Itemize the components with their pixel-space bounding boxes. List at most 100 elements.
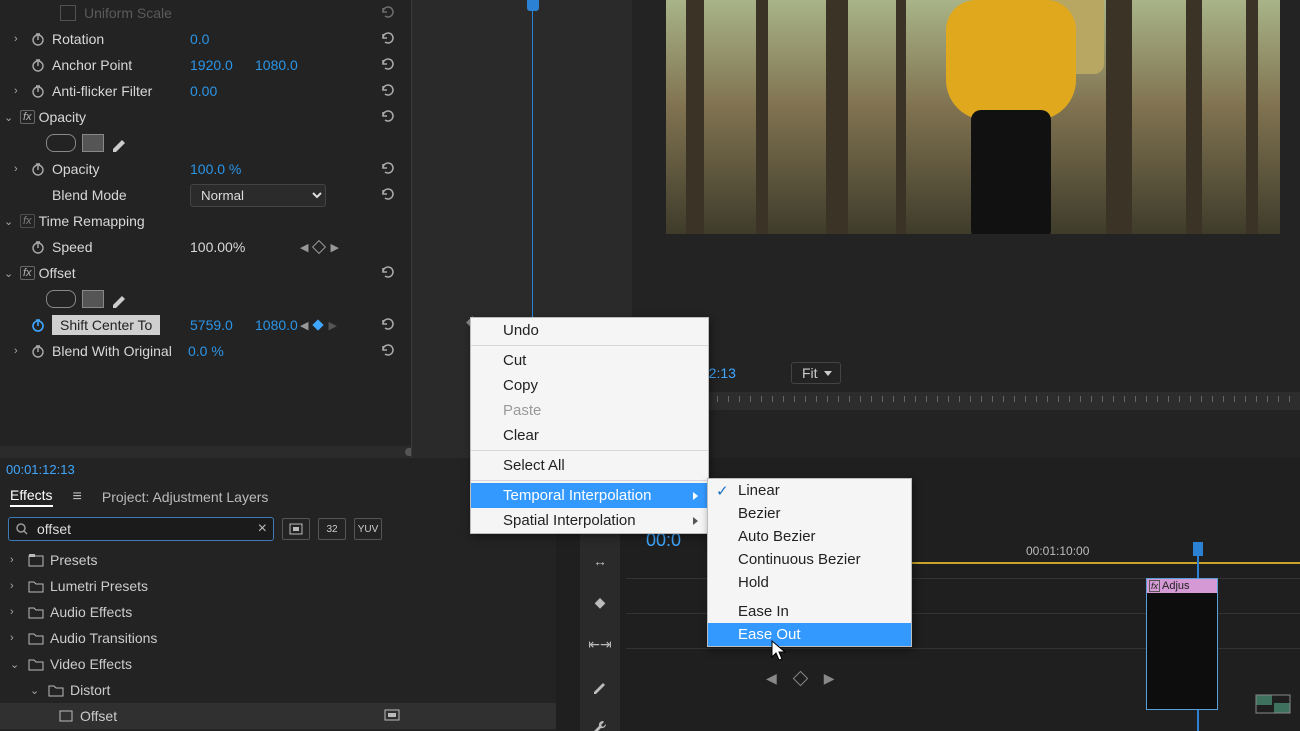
trim-monitor-icon[interactable]	[1254, 689, 1296, 721]
antiflicker-value[interactable]: 0.00	[190, 83, 217, 99]
menu-clear[interactable]: Clear	[471, 423, 708, 448]
panel-menu-icon[interactable]: ≡	[73, 488, 82, 506]
submenu-linear[interactable]: Linear	[708, 479, 911, 502]
shift-y[interactable]: 1080.0	[255, 317, 298, 333]
stopwatch-icon[interactable]	[30, 57, 46, 73]
stopwatch-icon[interactable]	[30, 83, 46, 99]
32bit-icon[interactable]: 32	[318, 518, 346, 540]
pen-mask-icon[interactable]	[110, 290, 128, 308]
menu-temporal-interpolation[interactable]: Temporal Interpolation	[471, 483, 708, 508]
submenu-ease-in[interactable]: Ease In	[708, 600, 911, 623]
tree-distort[interactable]: ⌄Distort	[0, 677, 556, 703]
fx-badge-icon: fx	[20, 110, 35, 124]
tree-video-fx[interactable]: ⌄Video Effects	[0, 651, 556, 677]
tool-link-icon[interactable]: ↔	[588, 549, 612, 573]
reset-icon[interactable]	[379, 264, 397, 280]
opacity-header[interactable]: ⌄ fx Opacity	[0, 104, 411, 130]
reset-icon[interactable]	[379, 4, 397, 20]
antiflicker-row: › Anti-flicker Filter 0.00	[0, 78, 411, 104]
reset-icon[interactable]	[379, 56, 397, 72]
menu-cut[interactable]: Cut	[471, 348, 708, 373]
pen-mask-icon[interactable]	[110, 134, 128, 152]
reset-icon[interactable]	[379, 186, 397, 202]
opacity-value[interactable]: 100.0 %	[190, 161, 241, 177]
folder-icon	[48, 683, 64, 697]
reset-icon[interactable]	[379, 160, 397, 176]
speed-value[interactable]: 100.00%	[190, 239, 245, 255]
menu-select-all[interactable]: Select All	[471, 453, 708, 478]
reset-icon[interactable]	[379, 316, 397, 332]
stopwatch-active-icon[interactable]	[30, 317, 46, 333]
reset-icon[interactable]	[379, 30, 397, 46]
tree-lumetri[interactable]: ›Lumetri Presets	[0, 573, 556, 599]
tree-presets[interactable]: ›Presets	[0, 547, 556, 573]
tool-pen-icon[interactable]	[588, 674, 612, 698]
anchor-y[interactable]: 1080.0	[255, 57, 298, 73]
tool-wrench-icon[interactable]	[588, 715, 612, 731]
expand-icon[interactable]: ›	[14, 33, 26, 45]
zoom-fit-select[interactable]: Fit	[791, 362, 841, 384]
tree-item-offset[interactable]: Offset	[0, 703, 556, 729]
blend-original-row: › Blend With Original 0.0 %	[0, 338, 411, 364]
tool-fit-icon[interactable]: ⇤⇥	[588, 632, 612, 656]
stopwatch-icon[interactable]	[30, 343, 46, 359]
expand-icon[interactable]: ›	[14, 163, 26, 175]
prev-keyframe-icon[interactable]: ◀	[300, 319, 308, 332]
menu-copy[interactable]: Copy	[471, 373, 708, 398]
submenu-auto-bezier[interactable]: Auto Bezier	[708, 525, 911, 548]
blend-original-value[interactable]: 0.0 %	[188, 343, 224, 359]
add-keyframe-icon[interactable]	[312, 240, 326, 254]
reset-icon[interactable]	[379, 108, 397, 124]
stopwatch-icon[interactable]	[30, 31, 46, 47]
tab-project[interactable]: Project: Adjustment Layers	[102, 489, 269, 505]
menu-spatial-interpolation[interactable]: Spatial Interpolation	[471, 508, 708, 533]
time-remapping-header[interactable]: ⌄ fx Time Remapping	[0, 208, 411, 234]
search-icon	[15, 522, 29, 536]
add-keyframe-icon[interactable]	[793, 671, 809, 687]
shift-x[interactable]: 5759.0	[190, 317, 233, 333]
folder-icon	[28, 631, 44, 645]
clear-search-icon[interactable]: ×	[258, 520, 267, 538]
menu-undo[interactable]: Undo	[471, 318, 708, 343]
yuv-icon[interactable]: YUV	[354, 518, 382, 540]
stopwatch-icon[interactable]	[30, 239, 46, 255]
submenu-ease-out[interactable]: Ease Out	[708, 623, 911, 646]
ellipse-mask-icon[interactable]	[46, 134, 76, 152]
tree-audio-tr[interactable]: ›Audio Transitions	[0, 625, 556, 651]
expand-icon[interactable]: ›	[14, 345, 26, 357]
next-keyframe-icon[interactable]: ▶	[330, 241, 338, 254]
next-keyframe-icon[interactable]: ▶	[328, 319, 336, 332]
offset-header[interactable]: ⌄ fx Offset	[0, 260, 411, 286]
submenu-continuous-bezier[interactable]: Continuous Bezier	[708, 548, 911, 571]
add-keyframe-icon[interactable]	[313, 319, 324, 330]
submenu-hold[interactable]: Hold	[708, 571, 911, 594]
submenu-bezier[interactable]: Bezier	[708, 502, 911, 525]
search-input[interactable]	[35, 520, 258, 538]
tab-effects[interactable]: Effects	[10, 487, 53, 507]
collapse-icon[interactable]: ⌄	[4, 215, 16, 228]
reset-icon[interactable]	[379, 342, 397, 358]
rect-mask-icon[interactable]	[82, 134, 104, 152]
context-menu: Undo Cut Copy Paste Clear Select All Tem…	[470, 317, 709, 534]
prev-keyframe-icon[interactable]: ◀	[766, 670, 777, 687]
rotation-value[interactable]: 0.0	[190, 31, 209, 47]
accelerated-fx-icon[interactable]	[282, 518, 310, 540]
monitor-ruler[interactable]	[631, 392, 1300, 410]
tree-audio-fx[interactable]: ›Audio Effects	[0, 599, 556, 625]
accelerated-badge-icon	[378, 708, 406, 724]
clip-adjustment[interactable]: fxAdjus	[1146, 578, 1218, 710]
collapse-icon[interactable]: ⌄	[4, 111, 16, 124]
stopwatch-icon[interactable]	[30, 161, 46, 177]
collapse-icon[interactable]: ⌄	[4, 267, 16, 280]
scrollbar[interactable]	[0, 446, 411, 458]
ellipse-mask-icon[interactable]	[46, 290, 76, 308]
rect-mask-icon[interactable]	[82, 290, 104, 308]
timeline-playhead[interactable]	[1193, 542, 1203, 556]
expand-icon[interactable]: ›	[14, 85, 26, 97]
prev-keyframe-icon[interactable]: ◀	[300, 241, 308, 254]
blend-mode-select[interactable]: Normal	[190, 184, 326, 207]
next-keyframe-icon[interactable]: ▶	[824, 670, 835, 687]
anchor-x[interactable]: 1920.0	[190, 57, 233, 73]
reset-icon[interactable]	[379, 82, 397, 98]
tool-marker-icon[interactable]: ◆	[588, 591, 612, 615]
